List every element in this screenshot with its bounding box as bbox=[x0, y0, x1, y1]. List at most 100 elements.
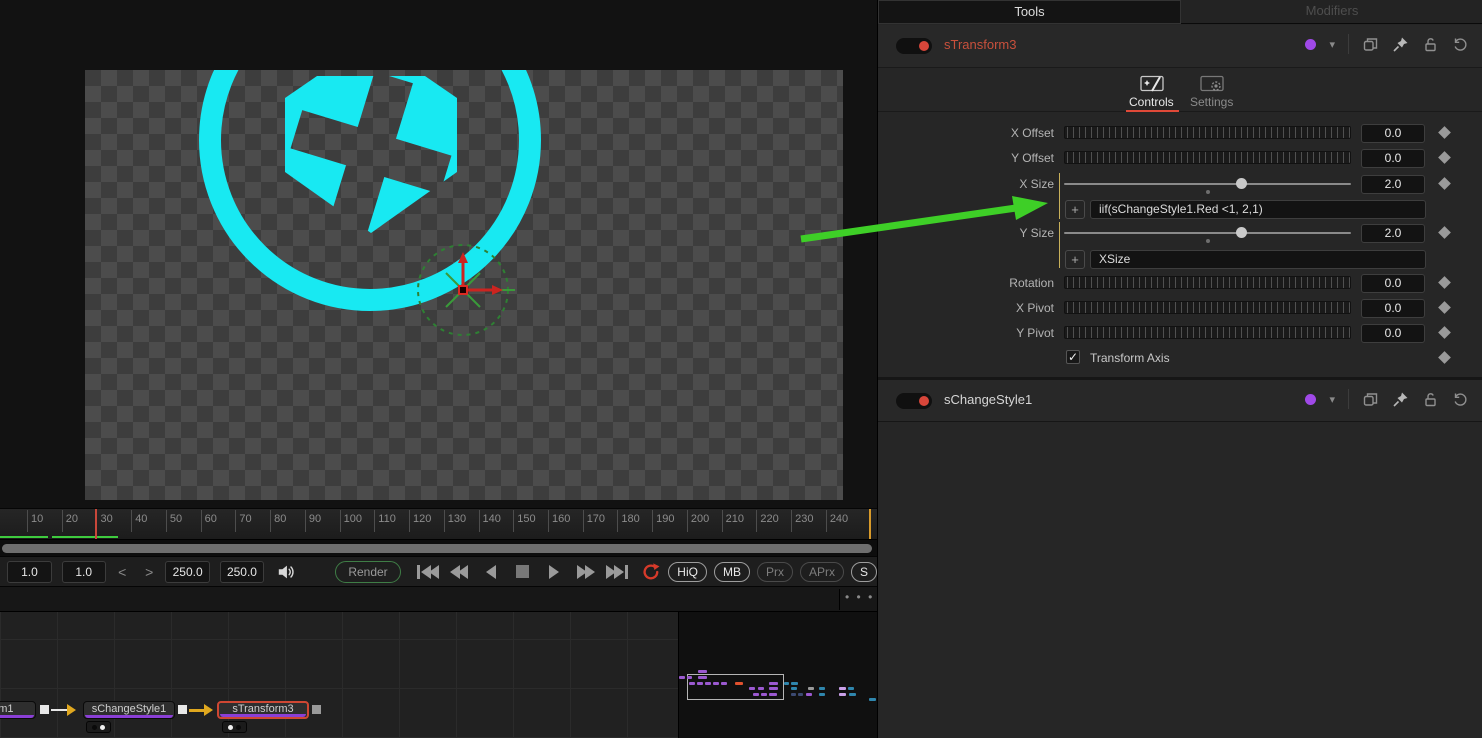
render-end-field[interactable]: 250.0 bbox=[165, 561, 209, 583]
node-graph-minimap[interactable] bbox=[678, 612, 877, 738]
fast-forward-button[interactable] bbox=[574, 562, 597, 582]
horizontal-scrollbar[interactable] bbox=[0, 539, 877, 556]
node-connection[interactable] bbox=[51, 709, 67, 711]
tab-tools[interactable]: Tools bbox=[878, 0, 1181, 24]
history-icon[interactable] bbox=[1452, 36, 1469, 53]
transform-gizmo[interactable] bbox=[400, 230, 530, 350]
node-color-swatch[interactable] bbox=[1305, 39, 1316, 50]
minimap-node-dash bbox=[758, 687, 764, 690]
keyframe-indicator[interactable] bbox=[86, 721, 111, 733]
goto-start-button[interactable] bbox=[416, 562, 439, 582]
divider bbox=[1348, 34, 1349, 54]
rotation-slider[interactable] bbox=[1064, 276, 1351, 289]
y-pivot-slider[interactable] bbox=[1064, 326, 1351, 339]
controls-tab-icon[interactable] bbox=[1140, 74, 1166, 93]
audio-icon[interactable] bbox=[277, 563, 297, 581]
chevron-down-icon[interactable]: ▾ bbox=[1329, 393, 1335, 406]
render-start-field[interactable]: 1.0 bbox=[62, 561, 106, 583]
keyframe-diamond-icon[interactable] bbox=[1438, 326, 1451, 339]
transform-axis-checkbox[interactable]: ✓ bbox=[1066, 350, 1080, 364]
x-size-value[interactable]: 2.0 bbox=[1361, 175, 1425, 194]
goto-end-button[interactable] bbox=[605, 562, 628, 582]
node-stransform3[interactable]: sTransform3 bbox=[217, 701, 309, 719]
fast-rewind-button[interactable] bbox=[447, 562, 470, 582]
x-pivot-slider[interactable] bbox=[1064, 301, 1351, 314]
copy-icon[interactable] bbox=[1362, 36, 1379, 53]
prev-key-button[interactable]: < bbox=[115, 564, 129, 580]
keyframe-diamond-icon[interactable] bbox=[1438, 226, 1451, 239]
render-button[interactable]: Render bbox=[335, 561, 402, 583]
keyframe-diamond-icon[interactable] bbox=[1438, 177, 1451, 190]
step-back-button[interactable] bbox=[479, 562, 502, 582]
x-size-slider-thumb[interactable] bbox=[1236, 178, 1247, 189]
keyframe-diamond-icon[interactable] bbox=[1438, 351, 1451, 364]
output-connector[interactable] bbox=[40, 705, 49, 714]
node-header-stransform3[interactable]: sTransform3 ▾ bbox=[878, 25, 1482, 67]
minimap-node-dash bbox=[791, 687, 797, 690]
expression-add-button[interactable]: + bbox=[1065, 250, 1085, 269]
y-size-expression-field[interactable]: XSize bbox=[1090, 250, 1426, 269]
output-connector[interactable] bbox=[312, 705, 321, 714]
pin-icon[interactable] bbox=[1392, 36, 1409, 53]
y-offset-value[interactable]: 0.0 bbox=[1361, 149, 1425, 168]
loop-icon[interactable] bbox=[641, 561, 661, 583]
quality-button-mb[interactable]: MB bbox=[714, 562, 750, 582]
expression-add-button[interactable]: + bbox=[1065, 200, 1085, 219]
x-offset-slider[interactable] bbox=[1064, 126, 1351, 139]
pin-icon[interactable] bbox=[1392, 391, 1409, 408]
more-options-button[interactable]: • • • bbox=[845, 590, 874, 604]
quality-button-s[interactable]: S bbox=[851, 562, 877, 582]
scrollbar-thumb[interactable] bbox=[2, 544, 872, 553]
tab-modifiers[interactable]: Modifiers bbox=[1181, 0, 1482, 24]
settings-tab-icon[interactable] bbox=[1200, 74, 1226, 93]
node-enable-toggle[interactable] bbox=[896, 393, 932, 409]
quality-button-prx[interactable]: Prx bbox=[757, 562, 793, 582]
viewer-canvas[interactable] bbox=[85, 70, 843, 500]
ruler-tick bbox=[687, 510, 688, 532]
play-button[interactable] bbox=[542, 562, 565, 582]
tab-settings[interactable]: Settings bbox=[1190, 95, 1233, 109]
ruler-tick bbox=[166, 510, 167, 532]
playhead[interactable] bbox=[95, 509, 97, 539]
keyframe-diamond-icon[interactable] bbox=[1438, 301, 1451, 314]
y-pivot-value[interactable]: 0.0 bbox=[1361, 324, 1425, 343]
chevron-down-icon[interactable]: ▾ bbox=[1329, 38, 1335, 51]
node-stransform1[interactable]: orm1 bbox=[0, 701, 36, 719]
keyframe-diamond-icon[interactable] bbox=[1438, 276, 1451, 289]
lock-icon[interactable] bbox=[1422, 36, 1439, 53]
x-size-slider[interactable] bbox=[1064, 183, 1351, 185]
y-offset-slider[interactable] bbox=[1064, 151, 1351, 164]
tab-controls[interactable]: Controls bbox=[1129, 95, 1174, 109]
timeline-ruler[interactable]: 1020304050607080901001101201301401501601… bbox=[0, 508, 877, 539]
node-header-schangestyle1[interactable]: sChangeStyle1 ▾ bbox=[878, 380, 1482, 422]
viewer-panel[interactable] bbox=[0, 0, 877, 508]
node-schangestyle1[interactable]: sChangeStyle1 bbox=[83, 701, 175, 719]
quality-button-aprx[interactable]: APrx bbox=[800, 562, 844, 582]
x-size-expression-field[interactable]: iif(sChangeStyle1.Red <1, 2,1) bbox=[1090, 200, 1426, 219]
keyframe-indicator[interactable] bbox=[222, 721, 247, 733]
y-size-value[interactable]: 2.0 bbox=[1361, 224, 1425, 243]
keyframe-diamond-icon[interactable] bbox=[1438, 151, 1451, 164]
output-connector[interactable] bbox=[178, 705, 187, 714]
x-offset-value[interactable]: 0.0 bbox=[1361, 124, 1425, 143]
connection-arrow-icon bbox=[204, 704, 213, 716]
history-icon[interactable] bbox=[1452, 391, 1469, 408]
node-color-swatch[interactable] bbox=[1305, 394, 1316, 405]
lock-icon[interactable] bbox=[1422, 391, 1439, 408]
minimap-node-dash bbox=[753, 693, 759, 696]
keyframe-diamond-icon[interactable] bbox=[1438, 126, 1451, 139]
ruler-tick bbox=[305, 510, 306, 532]
rotation-value[interactable]: 0.0 bbox=[1361, 274, 1425, 293]
node-enable-toggle[interactable] bbox=[896, 38, 932, 54]
y-size-slider-thumb[interactable] bbox=[1236, 227, 1247, 238]
quality-button-hiq[interactable]: HiQ bbox=[668, 562, 707, 582]
node-title: sChangeStyle1 bbox=[944, 392, 1032, 407]
node-connection-selected[interactable] bbox=[189, 709, 204, 712]
global-start-field[interactable]: 1.0 bbox=[7, 561, 51, 583]
next-key-button[interactable]: > bbox=[142, 564, 156, 580]
x-pivot-value[interactable]: 0.0 bbox=[1361, 299, 1425, 318]
y-size-slider[interactable] bbox=[1064, 232, 1351, 234]
copy-icon[interactable] bbox=[1362, 391, 1379, 408]
global-end-field[interactable]: 250.0 bbox=[220, 561, 264, 583]
stop-button[interactable] bbox=[511, 562, 534, 582]
